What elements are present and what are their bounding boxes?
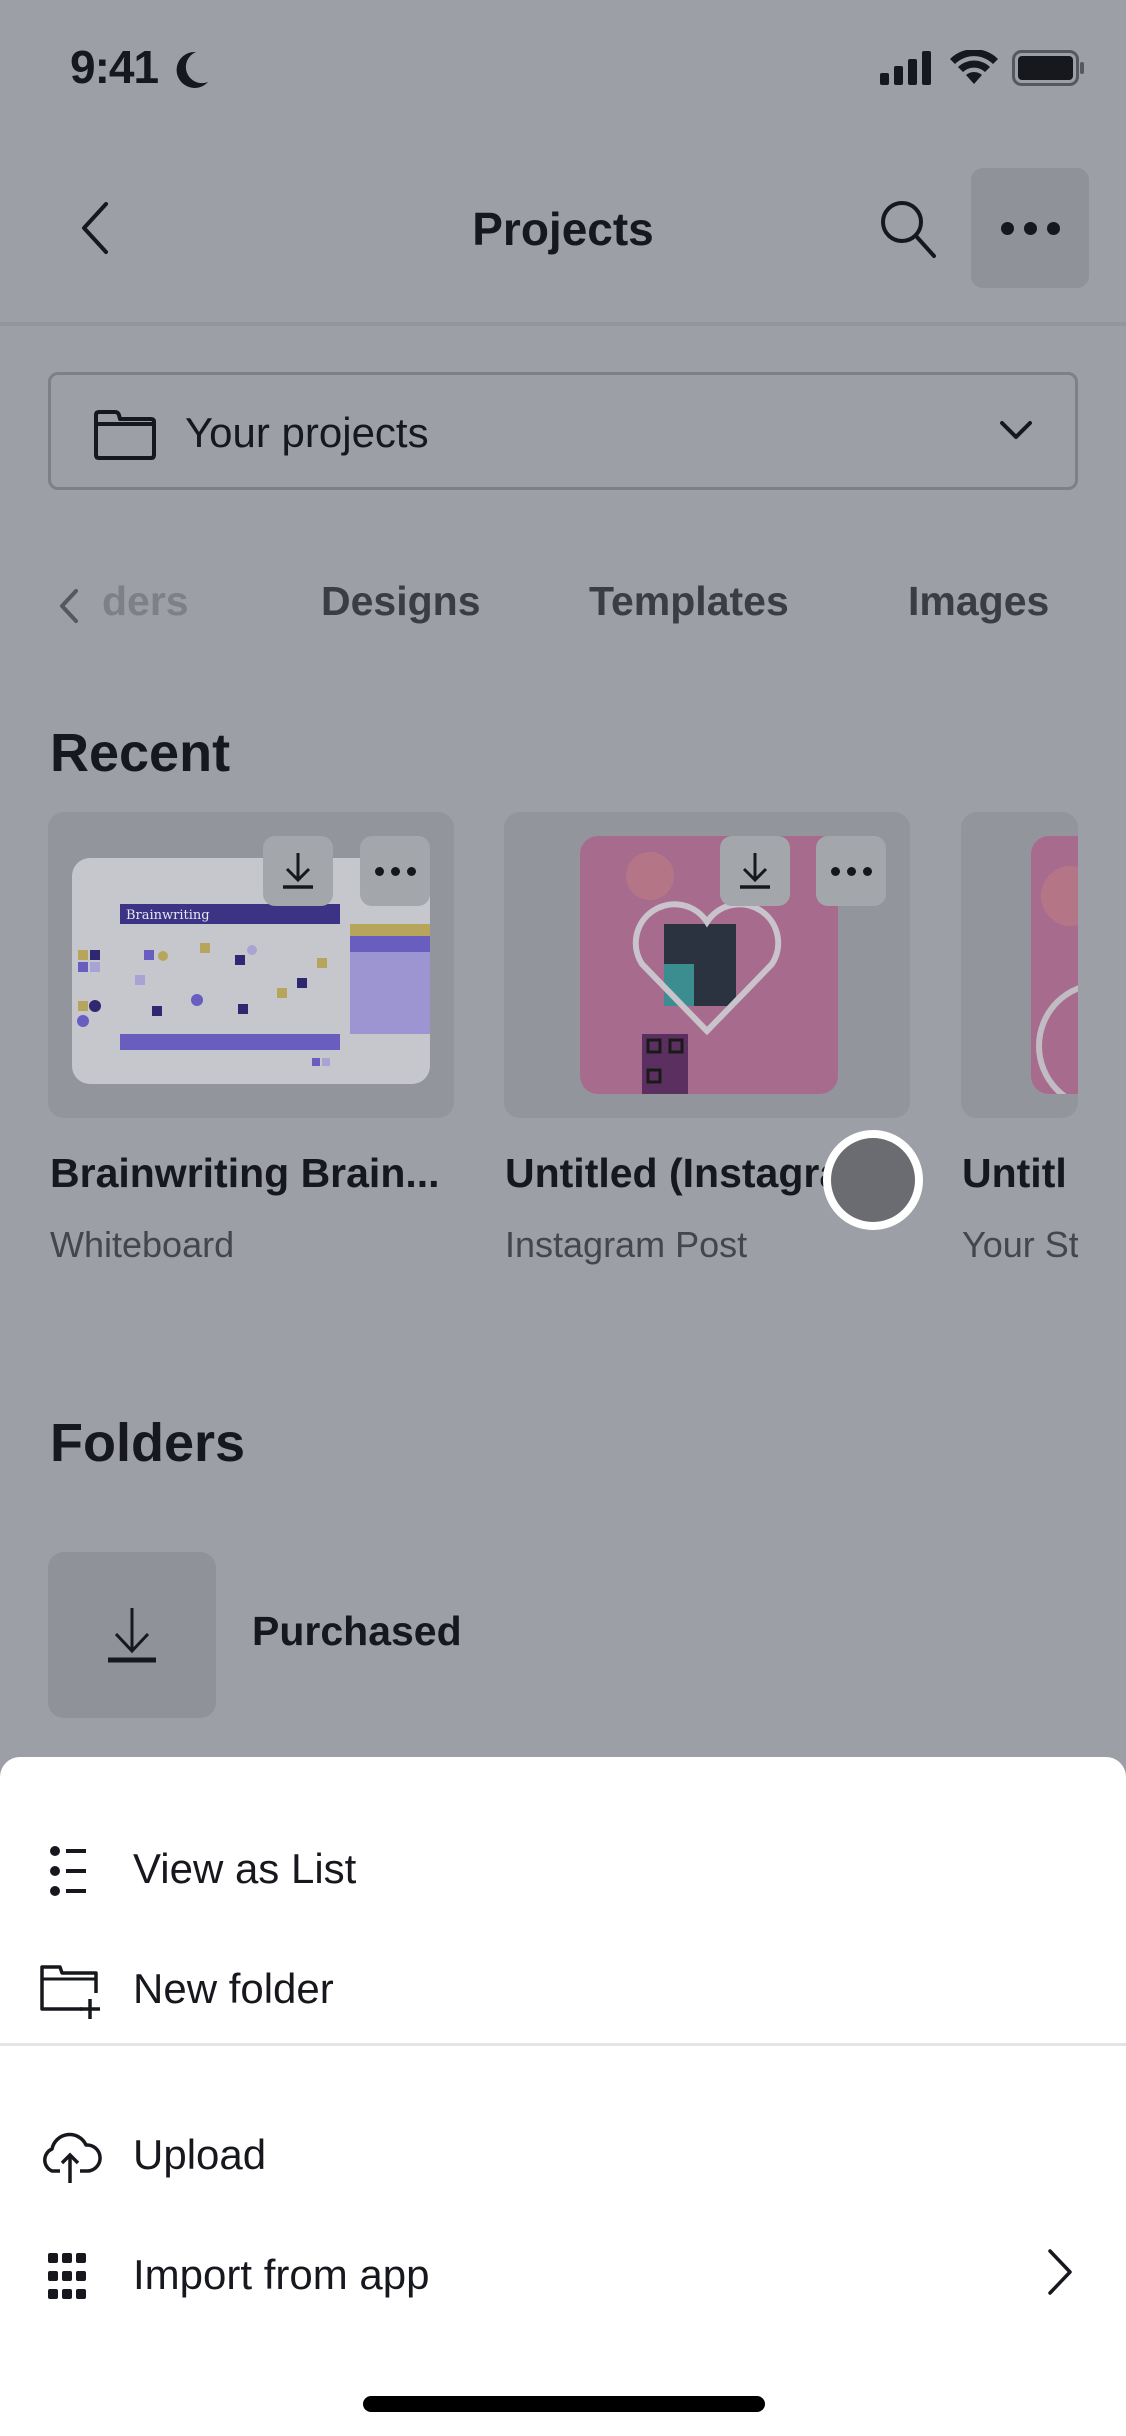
download-icon — [108, 1608, 156, 1663]
cellular-signal-icon — [880, 51, 931, 85]
thumb-title: Brainwriting — [126, 908, 210, 923]
tab-folders[interactable]: ders — [102, 578, 189, 625]
action-new-folder[interactable]: New folder — [0, 1935, 1126, 2045]
search-button[interactable] — [878, 198, 940, 260]
recent-card-story[interactable] — [961, 812, 1078, 1118]
more-horizontal-icon — [830, 866, 840, 876]
tab-images[interactable]: Images — [908, 578, 1049, 625]
folder-name[interactable]: Purchased — [252, 1608, 462, 1655]
moon-icon — [176, 51, 208, 88]
recent-card-title: Brainwriting Brain... — [50, 1150, 440, 1196]
recent-card-type: Instagram Post — [505, 1224, 748, 1265]
download-button[interactable] — [263, 836, 333, 906]
tab-templates[interactable]: Templates — [589, 578, 789, 625]
action-view-as-list[interactable]: View as List — [0, 1815, 1126, 1925]
story-preview — [1036, 866, 1078, 1094]
download-icon — [740, 853, 770, 889]
design-thumbnail — [1031, 836, 1078, 1094]
folders-heading: Folders — [50, 1413, 246, 1473]
sheet-divider — [0, 2043, 1126, 2046]
touch-indicator — [823, 1130, 923, 1230]
action-label: Upload — [133, 2131, 267, 2178]
download-icon — [283, 853, 313, 889]
card-more-button[interactable] — [816, 836, 886, 906]
battery-full-icon — [1012, 50, 1084, 86]
folder-plus-icon — [40, 1965, 100, 2019]
recent-card-instagram-post[interactable] — [504, 812, 910, 1118]
wifi-icon — [950, 50, 998, 84]
tabs-scroll-left-icon[interactable] — [58, 588, 80, 624]
instagram-preview — [626, 852, 782, 1094]
more-options-button[interactable] — [971, 168, 1089, 288]
more-horizontal-icon — [374, 866, 384, 876]
recent-card-title: Untitled (Instagra... — [505, 1150, 877, 1196]
recent-heading: Recent — [50, 723, 231, 783]
status-icons — [880, 50, 1086, 86]
recent-card-type: Whiteboard — [50, 1224, 235, 1265]
more-horizontal-icon — [1000, 221, 1014, 235]
tab-bar: ders Designs Templates Images — [0, 570, 1126, 640]
nav-divider — [0, 322, 1126, 326]
action-sheet: View as List New folder Upload Import fr… — [0, 1757, 1126, 2436]
location-dropdown[interactable]: Your projects — [48, 372, 1078, 490]
design-thumbnail — [580, 836, 838, 1094]
action-upload[interactable]: Upload — [0, 2101, 1126, 2211]
download-button[interactable] — [720, 836, 790, 906]
recent-card-title: Untitl — [962, 1150, 1067, 1196]
chevron-right-icon — [1048, 2249, 1072, 2295]
recent-card-brainwriting[interactable]: Brainwriting — [48, 812, 454, 1118]
list-icon — [50, 1846, 86, 1896]
home-indicator[interactable] — [363, 2396, 765, 2412]
action-label: View as List — [133, 1845, 357, 1892]
folder-purchased-tile[interactable] — [48, 1552, 216, 1718]
action-label: New folder — [133, 1965, 334, 2012]
recent-card-type: Your St — [962, 1224, 1078, 1265]
folder-icon — [94, 410, 156, 460]
chevron-down-icon — [1000, 421, 1032, 439]
status-time: 9:41 — [70, 41, 159, 93]
action-import-from-app[interactable]: Import from app — [0, 2221, 1126, 2331]
projects-screen: 9:41 Projects Your projects ders Designs… — [0, 0, 1126, 2436]
apps-grid-icon — [48, 2253, 86, 2299]
page-title: Projects — [472, 203, 654, 255]
location-dropdown-value: Your projects — [185, 409, 429, 456]
tab-designs[interactable]: Designs — [321, 578, 481, 625]
action-label: Import from app — [133, 2251, 430, 2298]
card-more-button[interactable] — [360, 836, 430, 906]
cloud-upload-icon — [43, 2132, 102, 2183]
